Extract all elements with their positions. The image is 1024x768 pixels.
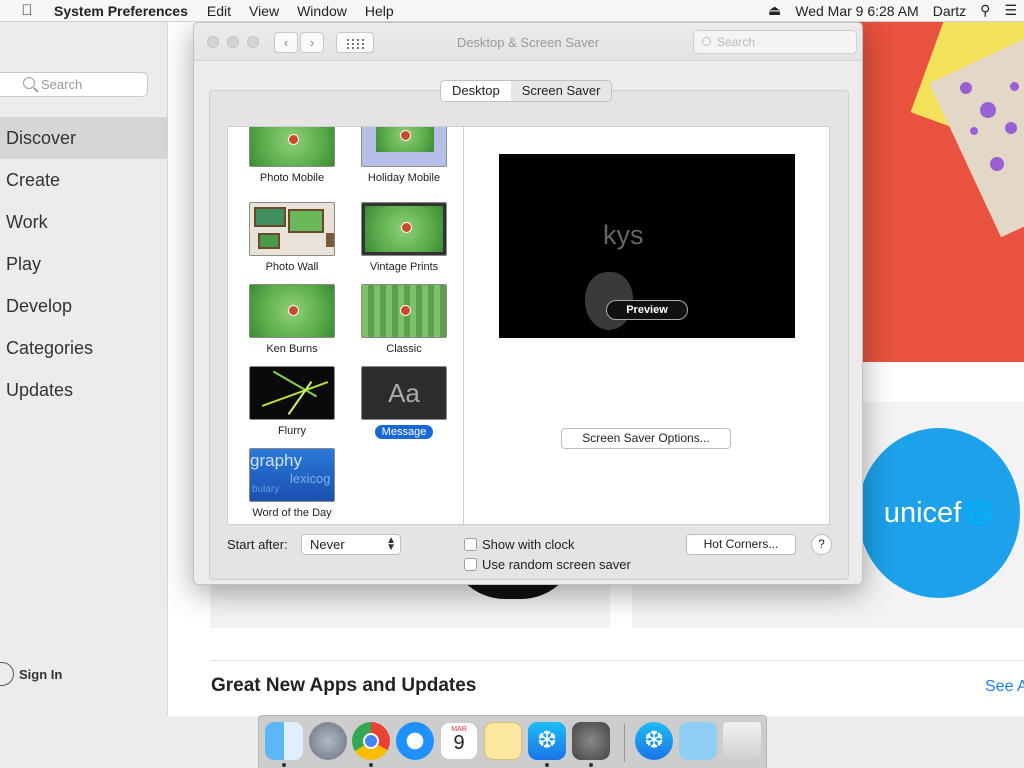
show-with-clock-checkbox[interactable]: Show with clock [464,537,574,552]
calendar-icon[interactable]: MAR 9 [440,722,478,760]
thumbnail [361,284,447,338]
title-bar[interactable]: ‹ › Desktop & Screen Saver Search [194,23,862,61]
sign-in-label: Sign In [19,666,63,682]
window-search-placeholder: Search [717,35,756,49]
tab-control: Desktop Screen Saver [440,80,613,102]
thumbnail [361,202,447,256]
nav-develop[interactable]: Develop [0,285,168,327]
bottom-controls: Start after: Never ▲ ▼ Show with clock Us… [227,534,837,574]
preview-button[interactable]: Preview [606,300,688,320]
app-store-search-field[interactable]: Search [0,72,148,97]
chrome-icon[interactable] [352,722,390,760]
clock[interactable]: Wed Mar 9 6:28 AM [788,3,925,19]
dock-separator [624,724,625,762]
saver-word-of-the-day[interactable]: graphy lexicog bulary Word of the Day [242,448,342,519]
screen-saver-options-button[interactable]: Screen Saver Options... [561,428,731,449]
downloads-folder-icon[interactable] [679,722,717,760]
saver-holiday-mobile[interactable]: Holiday Mobile [354,127,454,184]
preview-area: kys Preview Screen Saver Options... [464,126,830,525]
nav-discover[interactable]: Discover [0,117,168,159]
menu-help[interactable]: Help [356,3,403,19]
hot-corners-button[interactable]: Hot Corners... [686,534,796,555]
screen-preview[interactable]: kys Preview [499,154,795,338]
saver-flurry[interactable]: Flurry [242,366,342,437]
checkbox[interactable] [464,538,477,551]
app-store-icon[interactable]: ❆ [528,722,566,760]
nav-categories[interactable]: Categories [0,327,168,369]
nav-play[interactable]: Play [0,243,168,285]
notes-icon[interactable] [484,722,522,760]
tab-screen-saver[interactable]: Screen Saver [510,81,612,101]
app-store-download-icon[interactable]: ❆ [635,722,673,760]
app-store-nav: Discover Create Work Play Develop Catego… [0,117,168,411]
thumbnail [249,127,335,167]
selected-saver-label: Message [374,425,434,439]
spotlight-icon[interactable]: ⚲ [973,2,997,19]
nav-work[interactable]: Work [0,201,168,243]
saver-classic[interactable]: Classic [354,284,454,355]
menu-view[interactable]: View [240,3,288,19]
user-menu[interactable]: Dartz [926,3,973,19]
preferences-window: ‹ › Desktop & Screen Saver Search Deskto… [193,22,863,585]
saver-message[interactable]: Aa Message [354,366,454,439]
chevron-updown-icon: ▲ ▼ [386,535,396,553]
help-button[interactable]: ? [811,534,832,555]
saver-ken-burns[interactable]: Ken Burns [242,284,342,355]
saver-vintage-prints[interactable]: Vintage Prints [354,202,454,273]
thumbnail: Aa [361,366,447,420]
thumbnail: graphy lexicog bulary [249,448,335,502]
saver-photo-wall[interactable]: Photo Wall [242,202,342,273]
menu-edit[interactable]: Edit [198,3,240,19]
nav-create[interactable]: Create [0,159,168,201]
sign-in-button[interactable]: Sign In [0,662,62,686]
safari-icon[interactable] [396,722,434,760]
thumbnail [249,366,335,420]
tab-desktop[interactable]: Desktop [441,81,511,101]
eject-icon[interactable]: ⏏ [761,2,788,19]
app-store-sidebar: Search Discover Create Work Play Develop… [0,22,168,716]
trash-icon[interactable] [723,722,761,760]
section-heading: Great New Apps and Updates [211,675,477,696]
thumbnail [361,127,447,167]
message-text: kys [603,220,644,250]
app-menu[interactable]: System Preferences [54,3,198,19]
dock: MAR 9 ❆ ❆ [258,715,767,768]
window-search-field[interactable]: Search [693,30,857,54]
menu-window[interactable]: Window [288,3,356,19]
start-after-popup[interactable]: Never ▲ ▼ [301,534,401,555]
notification-center-icon[interactable]: ☰ [997,2,1024,19]
menu-bar:  System Preferences Edit View Window He… [0,0,1024,22]
start-after-label: Start after: [227,537,288,552]
use-random-checkbox[interactable]: Use random screen saver [464,557,631,572]
saver-photo-mobile[interactable]: Photo Mobile [242,127,342,184]
divider [210,660,1024,661]
screen-saver-panel: Photo Mobile Holiday Mobile Photo Wall V… [209,90,849,580]
search-icon [23,77,35,89]
screen-saver-list[interactable]: Photo Mobile Holiday Mobile Photo Wall V… [227,126,464,525]
finder-icon[interactable] [265,722,303,760]
launchpad-icon[interactable] [309,722,347,760]
thumbnail [249,284,335,338]
system-preferences-icon[interactable] [572,722,610,760]
checkbox[interactable] [464,558,477,571]
nav-updates[interactable]: Updates [0,369,168,411]
search-icon [702,37,711,46]
unicef-logo: unicef 🌐 [858,428,1020,598]
thumbnail [249,202,335,256]
see-all-link[interactable]: See A [985,678,1024,696]
account-icon [0,662,14,686]
apple-menu-icon[interactable]:  [0,2,54,19]
